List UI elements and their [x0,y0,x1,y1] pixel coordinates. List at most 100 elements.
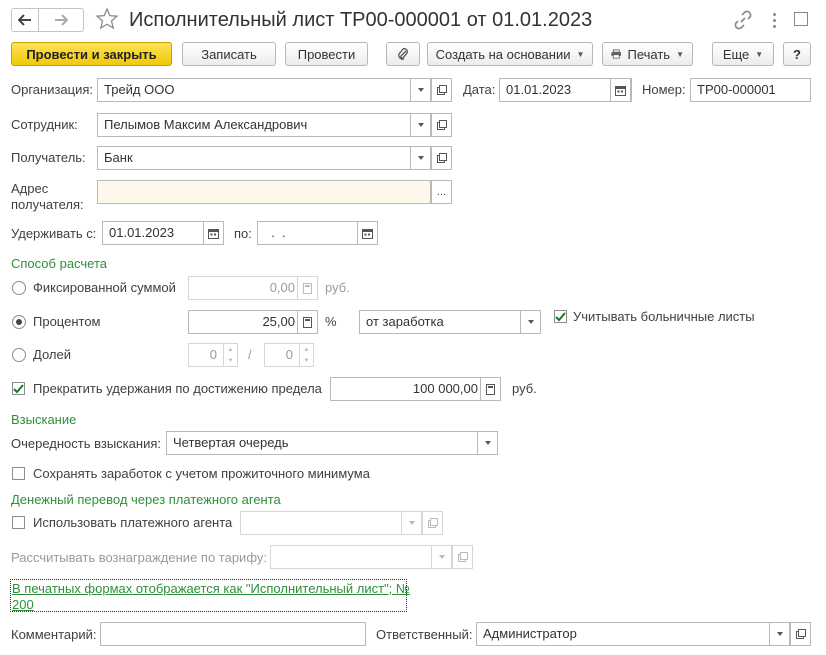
responsible-open-button[interactable] [790,622,811,646]
comment-field[interactable] [100,622,366,646]
percent-base-dropdown-button[interactable] [520,310,541,334]
open-form-icon [457,552,468,562]
sick-leave-checkbox[interactable] [554,310,567,323]
date-calendar-button[interactable] [610,78,631,102]
recipient-label: Получатель: [11,150,86,165]
limit-unit: руб. [512,381,537,396]
share-radio[interactable] [12,348,26,362]
transfer-section-title: Денежный перевод через платежного агента [11,492,281,507]
nav-forward-button[interactable] [38,8,84,32]
more-label: Еще [722,46,750,62]
recipient-dropdown-button[interactable] [410,146,431,170]
paperclip-icon [398,48,408,60]
create-based-on-label: Создать на основании [435,46,571,62]
fixed-amount-radio[interactable] [12,281,26,295]
responsible-field[interactable]: Администратор [476,622,790,646]
print-forms-link-line2[interactable]: 200 [12,597,34,612]
agent-dropdown-button[interactable] [401,511,422,535]
percent-unit: % [325,314,337,329]
more-menu-icon[interactable] [767,10,781,30]
save-button[interactable]: Записать [182,42,276,66]
number-field[interactable]: ТР00-000001 [690,78,811,102]
print-forms-link-line1[interactable]: В печатных формах отображается как "Испо… [12,581,410,596]
calc-section-title: Способ расчета [11,256,108,271]
percent-base-select[interactable]: от заработка [359,310,541,334]
employee-dropdown-button[interactable] [410,113,431,137]
org-dropdown-button[interactable] [410,78,431,102]
post-and-close-button[interactable]: Провести и закрыть [11,42,172,66]
employee-open-button[interactable] [431,113,452,137]
calendar-icon [208,228,219,239]
post-button[interactable]: Провести [285,42,368,66]
share-denominator-field[interactable]: 0 [264,343,300,367]
spin-down-icon: ▼ [227,357,234,364]
address-select-button[interactable]: ... [431,180,452,204]
agent-open-button[interactable] [422,511,443,535]
address-field[interactable] [97,180,431,204]
create-based-on-button[interactable]: Создать на основании ▼ [427,42,593,66]
collection-order-select[interactable]: Четвертая очередь [166,431,498,455]
withhold-to-label: по: [234,226,252,241]
chevron-down-icon [417,123,424,127]
sick-leave-label: Учитывать больничные листы [573,309,755,324]
share-numerator-field[interactable]: 0 [188,343,224,367]
address-label-line2: получателя: [11,197,84,212]
arrow-left-icon [18,14,31,26]
spin-down-icon: ▼ [303,357,310,364]
percent-calc-button[interactable] [297,310,318,334]
recipient-open-button[interactable] [431,146,452,170]
responsible-dropdown-button[interactable] [769,622,790,646]
org-field[interactable]: Трейд ООО [97,78,431,102]
employee-field[interactable]: Пелымов Максим Александрович [97,113,431,137]
percent-radio[interactable] [12,315,26,329]
comment-label: Комментарий: [11,627,97,642]
withhold-from-calendar-button[interactable] [203,221,224,245]
arrow-right-icon [55,14,68,26]
print-label: Печать [627,46,671,62]
favorite-star-icon[interactable] [95,7,119,31]
agent-field[interactable] [240,511,422,535]
org-label: Организация: [11,82,94,97]
date-label: Дата: [463,82,496,97]
chevron-down-icon [776,632,783,636]
withhold-to-calendar-button[interactable] [357,221,378,245]
share-numerator-spinner[interactable]: ▲ ▼ [223,343,238,367]
chevron-down-icon [438,555,445,559]
page-title: Исполнительный лист ТР00-000001 от 01.01… [129,9,593,31]
keep-min-income-checkbox[interactable] [12,467,25,480]
spin-up-icon: ▲ [303,346,310,353]
calculator-icon [486,383,495,395]
nav-back-button[interactable] [11,8,39,32]
chevron-down-icon [417,156,424,160]
chevron-down-icon [484,441,491,445]
chevron-down-icon [408,521,415,525]
calendar-icon [362,228,373,239]
limit-field[interactable]: 100 000,00 [330,377,501,401]
open-form-icon [436,120,447,130]
calendar-icon [615,85,626,96]
fee-tariff-dropdown-button[interactable] [431,545,452,569]
spin-up-icon: ▲ [227,346,234,353]
share-denominator-spinner[interactable]: ▲ ▼ [299,343,314,367]
maximize-icon[interactable] [794,12,808,26]
use-agent-label: Использовать платежного агента [33,515,233,530]
recipient-field[interactable]: Банк [97,146,431,170]
fee-tariff-open-button[interactable] [452,545,473,569]
fee-tariff-field[interactable] [270,545,452,569]
chevron-down-icon: ▼ [676,49,684,59]
link-icon[interactable] [733,10,753,30]
print-button[interactable]: Печать ▼ [602,42,693,66]
org-open-button[interactable] [431,78,452,102]
checkmark-icon [13,383,24,393]
attach-button[interactable] [386,42,420,66]
chevron-down-icon [527,320,534,324]
stop-at-limit-checkbox[interactable] [12,382,25,395]
use-agent-checkbox[interactable] [12,516,25,529]
more-button[interactable]: Еще ▼ [712,42,774,66]
help-button[interactable]: ? [783,42,811,66]
withhold-from-label: Удерживать с: [11,226,97,241]
fixed-amount-calc-button[interactable] [297,276,318,300]
limit-calc-button[interactable] [480,377,501,401]
collection-order-dropdown-button[interactable] [477,431,498,455]
fee-tariff-label: Рассчитывать вознаграждение по тарифу: [11,550,267,565]
